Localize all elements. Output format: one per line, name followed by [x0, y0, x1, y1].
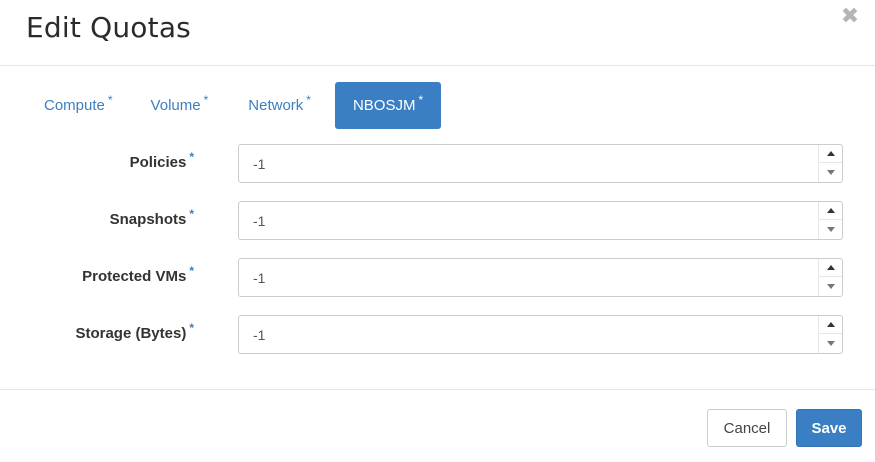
arrow-up-icon	[826, 322, 835, 327]
required-indicator: *	[306, 92, 311, 107]
increment-button[interactable]	[819, 259, 842, 277]
form-row-protected-vms: Protected VMs *	[0, 256, 875, 313]
tab-label: NBOSJM	[352, 97, 416, 114]
increment-button[interactable]	[819, 202, 842, 220]
policies-field[interactable]	[239, 145, 817, 182]
arrow-up-icon	[826, 208, 835, 213]
form-row-storage-bytes: Storage (Bytes) *	[0, 313, 875, 370]
protected-vms-number-input	[238, 258, 843, 297]
required-indicator: *	[189, 264, 194, 278]
save-button[interactable]: Save	[796, 409, 862, 447]
required-indicator: *	[107, 92, 113, 107]
policies-spinner	[818, 145, 842, 182]
snapshots-spinner	[818, 202, 842, 239]
decrement-button[interactable]	[819, 334, 842, 352]
arrow-down-icon	[826, 340, 835, 346]
edit-quotas-dialog: Edit Quotas ✖ Compute * Volume * Network…	[0, 0, 875, 462]
snapshots-number-input	[238, 201, 843, 240]
storage-bytes-spinner	[818, 316, 842, 353]
tab-network[interactable]: Network *	[234, 82, 325, 129]
arrow-down-icon	[826, 169, 835, 175]
storage-bytes-field[interactable]	[239, 316, 817, 353]
required-indicator: *	[189, 150, 194, 164]
policies-label: Policies *	[129, 150, 194, 171]
dialog-title: Edit Quotas	[26, 11, 191, 44]
quota-form: Policies* Snapshots* Protected VMs*	[0, 142, 875, 370]
tab-label: Network	[248, 97, 304, 114]
dialog-header: Edit Quotas ✖	[0, 0, 875, 66]
increment-button[interactable]	[819, 316, 842, 334]
arrow-down-icon	[826, 226, 835, 232]
form-row-policies: Policies *	[0, 142, 875, 199]
snapshots-label: Snapshots *	[109, 207, 194, 228]
snapshots-field[interactable]	[239, 202, 817, 239]
storage-bytes-label: Storage (Bytes) *	[75, 321, 194, 342]
close-icon[interactable]: ✖	[839, 6, 861, 28]
protected-vms-field[interactable]	[239, 259, 817, 296]
tab-label: Compute	[44, 97, 105, 114]
tab-compute[interactable]: Compute *	[30, 82, 127, 129]
decrement-button[interactable]	[819, 163, 842, 181]
storage-bytes-number-input	[238, 315, 843, 354]
protected-vms-spinner	[818, 259, 842, 296]
tab-nbosjm[interactable]: NBOSJM *	[334, 82, 442, 129]
dialog-footer: Cancel Save	[0, 389, 875, 462]
decrement-button[interactable]	[819, 277, 842, 295]
increment-button[interactable]	[819, 145, 842, 163]
arrow-up-icon	[826, 265, 835, 270]
arrow-down-icon	[826, 283, 835, 289]
quota-tabs: Compute * Volume * Network * NBOSJM *	[30, 82, 442, 130]
arrow-up-icon	[826, 151, 835, 156]
required-indicator: *	[189, 321, 194, 335]
cancel-button[interactable]: Cancel	[707, 409, 787, 447]
policies-number-input	[238, 144, 843, 183]
required-indicator: *	[189, 207, 194, 221]
tab-label: Volume	[150, 97, 201, 114]
required-indicator: *	[418, 92, 424, 107]
tab-volume[interactable]: Volume *	[137, 82, 223, 129]
decrement-button[interactable]	[819, 220, 842, 238]
required-indicator: *	[203, 92, 209, 107]
form-row-snapshots: Snapshots *	[0, 199, 875, 256]
protected-vms-label: Protected VMs *	[82, 264, 194, 285]
